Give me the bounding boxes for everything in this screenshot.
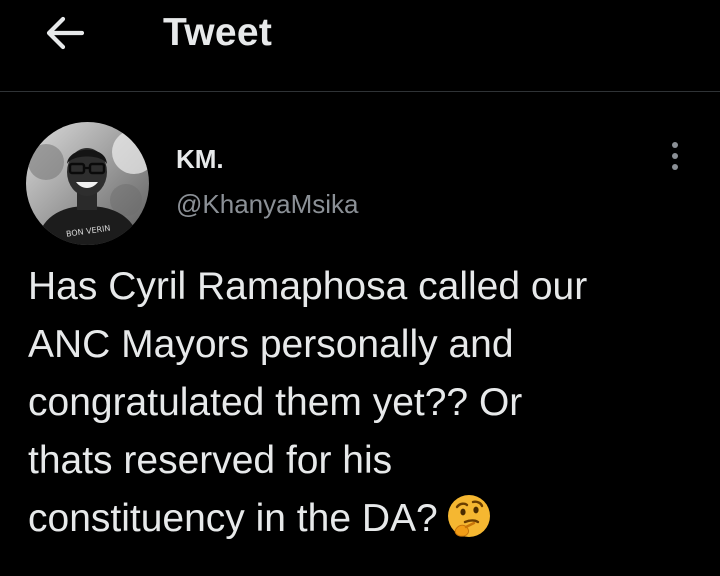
page-title: Tweet bbox=[163, 11, 273, 54]
top-app-bar: Tweet bbox=[0, 0, 720, 92]
tweet-text-line: thats reserved for his bbox=[28, 439, 393, 482]
back-button[interactable] bbox=[38, 10, 90, 56]
author-display-name[interactable]: KM. bbox=[176, 144, 224, 174]
tweet-text-line: congratulated them yet?? Or bbox=[28, 381, 523, 424]
more-options-button[interactable] bbox=[660, 138, 690, 174]
tweet-text-line: Has Cyril Ramaphosa called our bbox=[28, 265, 588, 308]
tweet-text: Has Cyril Ramaphosa called our ANC Mayors… bbox=[28, 258, 698, 548]
tweet-text-line: ANC Mayors personally and bbox=[28, 323, 514, 366]
tweet-text-line: constituency in the DA? bbox=[28, 497, 438, 540]
thinking-face-emoji bbox=[447, 495, 490, 537]
author-handle[interactable]: @KhanyaMsika bbox=[176, 189, 358, 219]
more-vertical-icon bbox=[672, 142, 678, 148]
arrow-left-icon bbox=[46, 16, 84, 50]
avatar[interactable]: BON VERIN bbox=[26, 122, 149, 245]
